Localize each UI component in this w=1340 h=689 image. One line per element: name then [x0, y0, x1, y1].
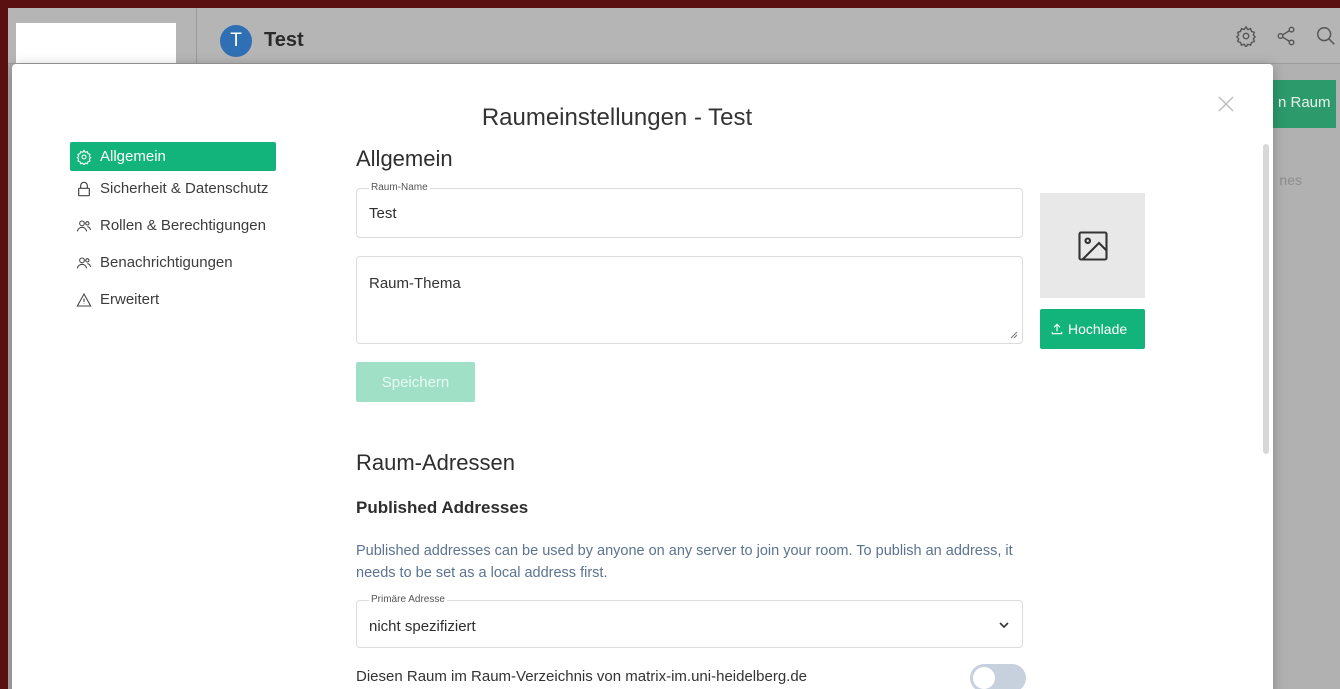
lock-icon: [78, 181, 90, 197]
toggle-knob: [973, 667, 995, 689]
primary-address-label: Primäre Adresse: [369, 594, 447, 605]
addresses-heading: Raum-Adressen: [356, 450, 515, 475]
save-button[interactable]: Speichern: [356, 362, 475, 402]
general-heading: Allgemein: [356, 146, 453, 171]
gear-icon: [76, 149, 92, 165]
resize-handle-icon[interactable]: [1010, 331, 1018, 339]
tab-security-label: Sicherheit & Datenschutz: [100, 180, 269, 197]
search-icon[interactable]: [1312, 22, 1340, 50]
app-window: T Test n Raum nes Raumeinstellungen - Te…: [8, 8, 1340, 689]
share-icon[interactable]: [1272, 22, 1300, 50]
room-avatar-letter: T: [230, 30, 242, 51]
tab-notifications-label: Benachrichtigungen: [100, 254, 233, 271]
tab-roles[interactable]: Rollen & Berechtigungen: [70, 211, 276, 240]
users-icon: [76, 220, 92, 232]
published-addresses-description: Published addresses can be used by anyon…: [356, 543, 1013, 581]
settings-content: Allgemein Raum-Name Test Raum-Thema Hoch…: [356, 146, 1256, 689]
room-avatar-preview[interactable]: [1040, 193, 1145, 298]
upload-label: Hochlade: [1068, 321, 1128, 337]
room-name-label: Raum-Name: [369, 182, 430, 193]
publish-directory-row: Diesen Raum im Raum-Verzeichnis von matr…: [356, 664, 1026, 689]
upload-icon: [1051, 323, 1063, 335]
image-icon: [1077, 230, 1108, 261]
chevron-down-icon: [999, 622, 1009, 629]
room-topic-placeholder: Raum-Thema: [369, 275, 461, 292]
room-settings-dialog: Raumeinstellungen - Test Allgemein Siche…: [12, 64, 1273, 689]
settings-nav: Allgemein Sicherheit & Datenschutz Rolle…: [70, 142, 276, 322]
header-icons: [1232, 22, 1340, 50]
dialog-title: Raumeinstellungen - Test: [481, 104, 753, 131]
join-room-button[interactable]: n Raum: [1270, 80, 1336, 128]
tab-security[interactable]: Sicherheit & Datenschutz: [70, 174, 276, 203]
room-avatar[interactable]: T: [220, 25, 252, 57]
publish-directory-text: Diesen Raum im Raum-Verzeichnis von matr…: [356, 668, 808, 685]
warning-icon: [76, 292, 92, 307]
close-icon: [1218, 96, 1234, 112]
room-info-panel: [1272, 64, 1340, 689]
publish-directory-toggle[interactable]: [970, 664, 1026, 689]
dialog-scrollbar[interactable]: [1263, 144, 1269, 454]
close-button[interactable]: [1216, 94, 1240, 118]
room-name-input[interactable]: Test: [357, 189, 1022, 237]
header-divider: [196, 8, 197, 64]
room-topic-field[interactable]: Raum-Thema: [356, 256, 1023, 344]
tab-advanced[interactable]: Erweitert: [70, 285, 276, 314]
gear-icon[interactable]: [1232, 22, 1260, 50]
room-header: T Test: [8, 8, 1340, 64]
users-icon: [76, 257, 92, 269]
primary-address-value: nicht spezifiziert: [369, 618, 476, 635]
published-addresses-heading: Published Addresses: [356, 498, 529, 517]
tab-roles-label: Rollen & Berechtigungen: [100, 217, 266, 234]
search-area[interactable]: [16, 23, 176, 63]
upload-button[interactable]: Hochlade: [1040, 309, 1145, 349]
tab-advanced-label: Erweitert: [100, 291, 160, 308]
tab-notifications[interactable]: Benachrichtigungen: [70, 248, 276, 277]
panel-text: nes: [1279, 172, 1302, 188]
primary-address-select[interactable]: Primäre Adresse nicht spezifiziert: [356, 594, 1023, 648]
room-name: Test: [264, 29, 304, 51]
room-name-field[interactable]: Raum-Name Test: [356, 182, 1023, 238]
tab-general-label: Allgemein: [100, 148, 166, 165]
tab-general[interactable]: Allgemein: [70, 142, 276, 171]
